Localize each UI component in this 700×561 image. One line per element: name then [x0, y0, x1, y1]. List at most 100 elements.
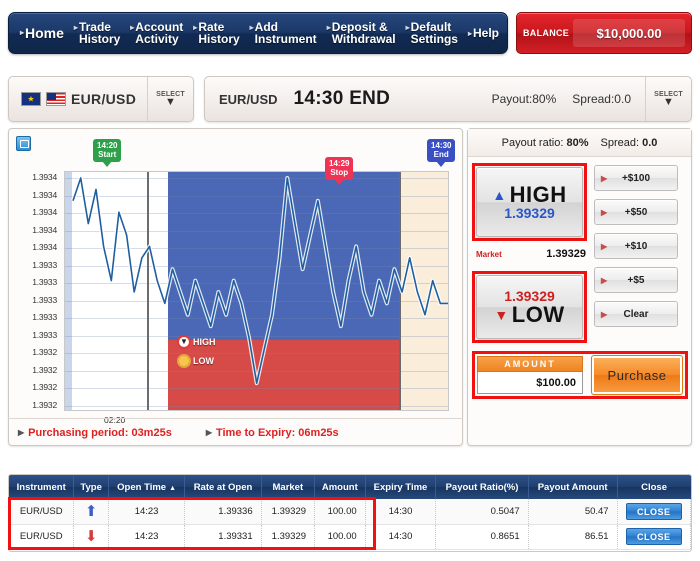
- table-row: EUR/USD ⬆ 14:23 1.39336 1.39329 100.00 14:30 0.…: [9, 499, 691, 525]
- high-button[interactable]: ▲ HIGH 1.39329: [476, 167, 583, 237]
- balance-label: BALANCE: [523, 28, 570, 38]
- cell-open-time: 14:23: [108, 499, 186, 525]
- high-button-text: ▲ HIGH: [492, 181, 567, 207]
- chart-y-tick: 1.3933: [32, 329, 57, 340]
- payout-ratio-group: Payout ratio: 80%: [502, 137, 589, 149]
- contract-select-button[interactable]: SELECT ▼: [645, 77, 691, 121]
- nav-item-label: Default Settings: [410, 20, 458, 46]
- cell-rate-at-open: 1.39331: [184, 524, 262, 550]
- nav-item-rate-history[interactable]: ▸ Rate History: [188, 21, 244, 45]
- chart-y-tick: 1.3934: [32, 189, 57, 200]
- table-header-close[interactable]: Close: [617, 475, 691, 499]
- caret-right-icon: ▶: [601, 207, 608, 217]
- table-header-market[interactable]: Market: [261, 475, 316, 499]
- caret-right-icon: ▶: [205, 428, 212, 437]
- amount-button-label: +$5: [627, 274, 645, 286]
- position-marker-low-label: LOW: [193, 356, 214, 366]
- payout-ratio-label: Payout ratio:: [501, 136, 564, 149]
- chevron-down-icon: ▼: [165, 96, 176, 108]
- cell-instrument: EUR/USD: [9, 499, 75, 525]
- spread-label: Spread:: [600, 136, 640, 149]
- caret-right-icon: ▸: [405, 23, 410, 32]
- cell-rate-at-open: 1.39336: [184, 499, 262, 525]
- caret-right-icon: ▸: [20, 28, 25, 37]
- table-header-expiry-time[interactable]: Expiry Time: [365, 475, 437, 499]
- table-header-payout-ratio[interactable]: Payout Ratio(%): [435, 475, 529, 499]
- cell-amount: 100.00: [314, 524, 366, 550]
- position-marker-high: ▼ HIGH: [177, 335, 216, 349]
- instrument-name: EUR/USD: [71, 91, 137, 107]
- cell-payout-ratio: 0.8651: [435, 524, 529, 550]
- chart-status-bar: ▶ Purchasing period: 03m25s ▶ Time to Ex…: [8, 418, 463, 446]
- cell-market: 1.39329: [261, 524, 316, 550]
- chart-y-tick: 1.3934: [32, 207, 57, 218]
- contract-payout: Payout:80%: [491, 92, 557, 106]
- us-flag-icon: [46, 92, 66, 106]
- time-to-expiry-text: Time to Expiry: 06m25s: [215, 426, 339, 439]
- chart-panel: 1.3934 1.3934 1.3934 1.3934 1.3934 1.3933 1.39…: [8, 128, 463, 446]
- nav-item-add-instrument[interactable]: ▸ Add Instrument: [245, 21, 322, 45]
- amount-button-label: +$50: [624, 206, 648, 218]
- chart-y-tick: 1.3933: [32, 294, 57, 305]
- table-header-open-time[interactable]: Open Time ▲: [108, 475, 186, 499]
- chart-window-icon[interactable]: [16, 136, 31, 151]
- contract-expiry-time: 14:30 END: [293, 88, 391, 109]
- table-header-payout-amount[interactable]: Payout Amount: [528, 475, 618, 499]
- instrument-selector: EUR/USD SELECT ▼: [8, 76, 194, 122]
- close-position-button[interactable]: CLOSE: [625, 502, 682, 520]
- amount-button-5[interactable]: ▶ +$5: [594, 267, 678, 293]
- chart-y-tick: 1.3932: [32, 364, 57, 375]
- nav-item-label: Home: [25, 25, 64, 41]
- chart-y-tick: 1.3933: [32, 259, 57, 270]
- cell-close: CLOSE: [617, 499, 691, 525]
- high-label: HIGH: [509, 181, 567, 207]
- nav-item-default-settings[interactable]: ▸ Default Settings: [401, 21, 463, 45]
- nav-item-home[interactable]: ▸ Home: [15, 26, 69, 40]
- table-header-instrument[interactable]: Instrument: [9, 475, 75, 499]
- balance-display: BALANCE $10,000.00: [516, 12, 692, 54]
- chart-y-tick: 1.3932: [32, 400, 57, 410]
- cell-instrument: EUR/USD: [9, 524, 75, 550]
- nav-item-trade-history[interactable]: ▸ Trade History: [69, 21, 125, 45]
- chart-y-tick: 1.3933: [32, 277, 57, 288]
- position-marker-low: LOW: [177, 354, 214, 368]
- chart-y-tick: 1.3934: [32, 172, 57, 182]
- table-header-amount[interactable]: Amount: [314, 475, 366, 499]
- nav-item-help[interactable]: ▸ Help: [463, 27, 504, 40]
- trade-panel: Payout ratio: 80% Spread: 0.0 ▲ HIGH 1.39…: [467, 128, 692, 446]
- purchase-button[interactable]: Purchase: [591, 355, 683, 395]
- close-position-button[interactable]: CLOSE: [625, 528, 682, 545]
- amount-input[interactable]: $100.00: [477, 372, 583, 394]
- amount-button-10[interactable]: ▶ +$10: [594, 233, 678, 259]
- cell-payout-ratio: 0.5047: [435, 499, 529, 525]
- spread-value: 0.0: [642, 136, 658, 149]
- chart-price-line: [71, 176, 448, 386]
- low-button[interactable]: 1.39329 ▼ LOW: [476, 275, 583, 339]
- caret-right-icon: ▸: [73, 23, 78, 32]
- instrument-select-button[interactable]: SELECT ▼: [147, 77, 193, 121]
- cell-open-time: 14:23: [108, 524, 186, 550]
- table-header-row: Instrument Type Open Time ▲ Rate at Open Mark…: [9, 475, 691, 499]
- table-header-rate-at-open[interactable]: Rate at Open: [184, 475, 262, 499]
- position-marker-high-label: HIGH: [193, 337, 216, 347]
- amount-button-clear[interactable]: ▶ Clear: [594, 301, 678, 327]
- nav-item-account-activity[interactable]: ▸ Account Activity: [125, 21, 188, 45]
- cell-market: 1.39329: [261, 499, 316, 525]
- amount-button-100[interactable]: ▶ +$100: [594, 165, 678, 191]
- purchasing-period-status: ▶ Purchasing period: 03m25s: [18, 427, 172, 439]
- nav-item-deposit-withdrawal[interactable]: ▸ Deposit & Withdrawal: [322, 21, 401, 45]
- market-value: 1.39329: [546, 248, 586, 260]
- caret-right-icon: ▸: [130, 23, 135, 32]
- table-row: EUR/USD ⬇ 14:23 1.39331 1.39329 100.00 14:30 0.…: [9, 524, 691, 550]
- chart-y-tick: 1.3933: [32, 312, 57, 323]
- table-header-type[interactable]: Type: [73, 475, 109, 499]
- payout-ratio-value: 80%: [566, 136, 589, 149]
- market-label: Market: [476, 249, 502, 259]
- nav-item-label: Rate History: [198, 20, 240, 46]
- cell-close: CLOSE: [617, 524, 691, 550]
- contract-bar: EUR/USD 14:30 END Payout:80% Spread:0.0 …: [204, 76, 692, 122]
- arrow-down-icon: ⬇: [84, 528, 98, 545]
- amount-button-50[interactable]: ▶ +$50: [594, 199, 678, 225]
- cell-payout-amount: 50.47: [528, 499, 618, 525]
- spread-group: Spread: 0.0: [600, 137, 657, 149]
